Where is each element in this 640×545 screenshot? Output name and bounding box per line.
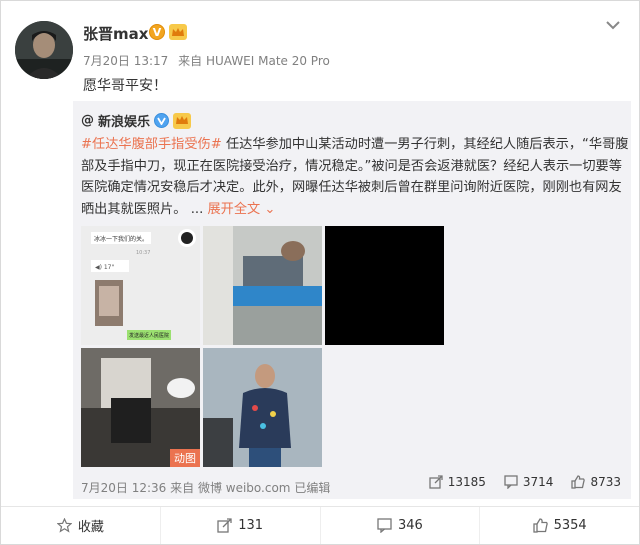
- svg-text:◀) 17": ◀) 17": [95, 264, 114, 271]
- repost-like-stat[interactable]: 8733: [571, 475, 621, 489]
- post-meta: 7月20日 13:17 来自 HUAWEI Mate 20 Pro: [83, 52, 336, 69]
- author-name[interactable]: 张晋max: [83, 23, 148, 44]
- verified-v-icon[interactable]: [154, 113, 170, 128]
- verified-v-icon[interactable]: V: [149, 24, 165, 40]
- thumbs-up-icon: [571, 475, 586, 489]
- image-grid: 冰冰一下我们的关。 10:37 ◀) 17" 发送最近人民医院 动图: [81, 226, 445, 470]
- thumbs-up-icon: [532, 518, 548, 533]
- repost-stats: 13185 3714 8733: [429, 475, 621, 489]
- member-crown-icon[interactable]: [173, 112, 192, 129]
- star-icon: [56, 518, 72, 533]
- member-crown-icon[interactable]: [169, 24, 187, 40]
- author-avatar[interactable]: [15, 21, 73, 79]
- hospital-bed-image[interactable]: [203, 226, 322, 345]
- hashtag-link[interactable]: #任达华腹部手指受伤#: [81, 137, 222, 152]
- comment-icon: [504, 475, 518, 489]
- comment-button[interactable]: 346: [321, 507, 481, 544]
- repost-comment-stat[interactable]: 3714: [504, 475, 553, 489]
- repost-date[interactable]: 7月20日 12:36: [81, 481, 166, 495]
- repost-text: #任达华腹部手指受伤# 任达华参加中山某活动时遭一男子行刺，其经纪人随后表示，“…: [81, 134, 629, 220]
- post-text: 愿华哥平安！: [83, 78, 167, 94]
- repost-forward-stat[interactable]: 13185: [429, 475, 486, 489]
- chat-screenshot-image[interactable]: 冰冰一下我们的关。 10:37 ◀) 17" 发送最近人民医院: [81, 226, 200, 345]
- author-badges: V: [149, 24, 187, 40]
- post-date[interactable]: 7月20日 13:17: [83, 54, 168, 68]
- repost-author-row: @ 新浪娱乐: [81, 111, 192, 130]
- repost-author[interactable]: 新浪娱乐: [98, 111, 150, 130]
- repost-edited: 已编辑: [294, 481, 331, 495]
- collect-button[interactable]: 收藏: [1, 507, 161, 544]
- gif-badge: 动图: [170, 449, 200, 467]
- forward-icon: [429, 475, 443, 489]
- forward-button[interactable]: 131: [161, 507, 321, 544]
- action-bar: 收藏 131 346 5354: [1, 506, 639, 544]
- chevron-down-icon[interactable]: [605, 19, 621, 31]
- incident-image[interactable]: 动图: [81, 348, 200, 467]
- comment-icon: [377, 518, 392, 533]
- repost-at-sign: @: [81, 113, 94, 128]
- portrait-image[interactable]: [203, 348, 322, 467]
- repost-block: @ 新浪娱乐 #任达华腹部手指受伤# 任达华参加中山某活动时遭一男子行刺，其经纪人…: [73, 101, 631, 499]
- repost-source: 来自 微博 weibo.com: [170, 481, 291, 495]
- svg-text:冰冰一下我们的关。: 冰冰一下我们的关。: [94, 235, 148, 243]
- expand-full-text-link[interactable]: 展开全文 ⌄: [207, 202, 275, 217]
- weibo-post-card: 张晋max V 7月20日 13:17 来自 HUAWEI Mate 20 Pr…: [0, 0, 640, 545]
- svg-text:10:37: 10:37: [136, 250, 150, 256]
- forward-icon: [217, 518, 232, 533]
- like-button[interactable]: 5354: [480, 507, 639, 544]
- post-source: 来自 HUAWEI Mate 20 Pro: [178, 54, 330, 68]
- black-image[interactable]: [325, 226, 444, 345]
- svg-text:发送最近人民医院: 发送最近人民医院: [129, 332, 169, 339]
